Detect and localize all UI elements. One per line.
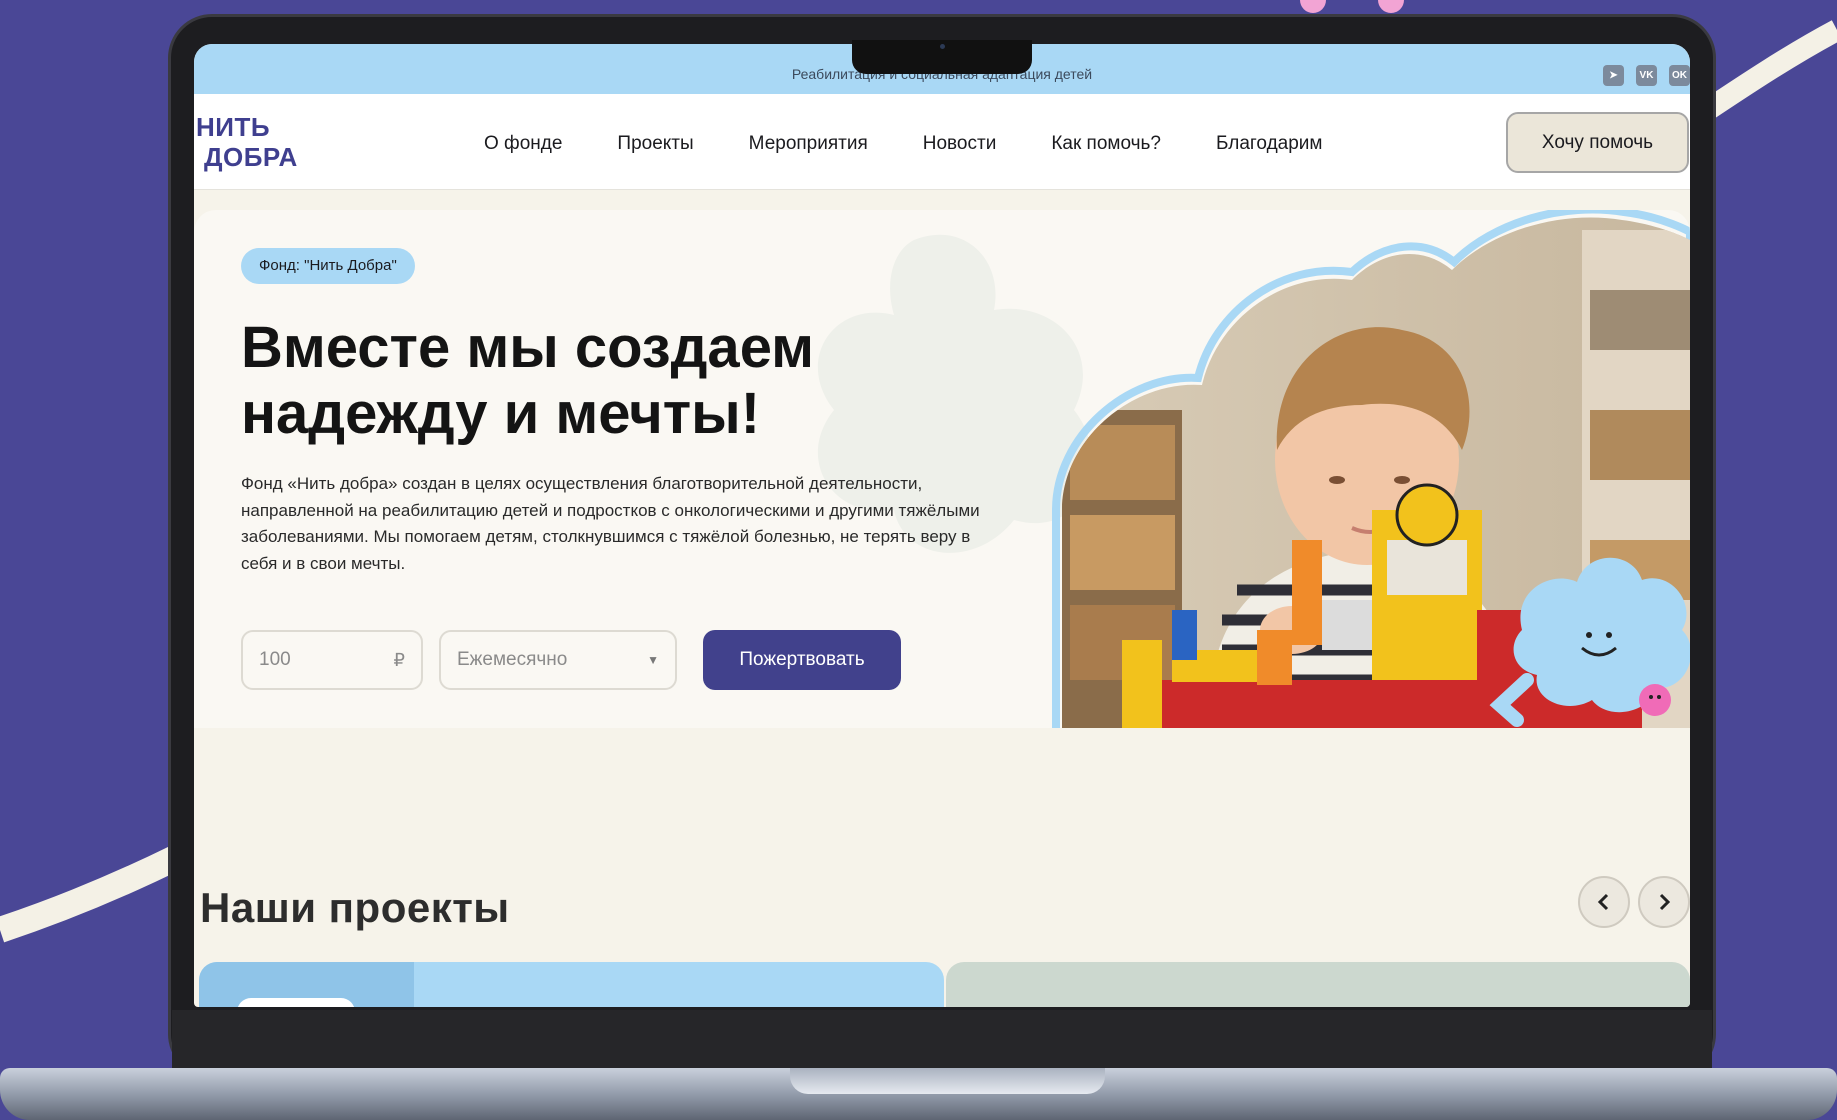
project-card[interactable] bbox=[199, 962, 944, 1007]
social-links: ➤ VK OK bbox=[1603, 65, 1690, 86]
laptop-base-notch bbox=[790, 1068, 1105, 1094]
chevron-left-icon bbox=[1597, 893, 1609, 911]
background-stripe-left bbox=[0, 846, 175, 943]
want-to-help-button[interactable]: Хочу помочь bbox=[1506, 112, 1689, 173]
projects-section-title: Наши проекты bbox=[200, 884, 510, 931]
amount-input[interactable] bbox=[259, 649, 359, 671]
logo-line-2: ДОБРА bbox=[204, 142, 298, 172]
hero-title: Вместе мы создаем надежду и мечты! bbox=[241, 315, 815, 446]
hero-description: Фонд «Нить добра» создан в целях осущест… bbox=[241, 474, 980, 573]
project-card[interactable] bbox=[946, 962, 1690, 1007]
ruble-icon: ₽ bbox=[393, 649, 405, 670]
foundation-badge: Фонд: "Нить Добра" bbox=[241, 248, 415, 284]
background-pink-dots bbox=[1300, 0, 1404, 13]
nav-news[interactable]: Новости bbox=[923, 133, 997, 155]
background-stripe-right bbox=[1700, 20, 1837, 125]
nav-how-to-help[interactable]: Как помочь? bbox=[1051, 133, 1161, 155]
website-screen: Реабилитация и социальная адаптация дете… bbox=[194, 44, 1690, 1007]
logo[interactable]: НИТЬ ДОБРА bbox=[196, 112, 298, 172]
hero-section: Фонд: "Нить Добра" Вместе мы создаем над… bbox=[194, 210, 1690, 728]
vk-icon[interactable]: VK bbox=[1636, 65, 1657, 86]
hero-photo-child-playing bbox=[1052, 210, 1690, 728]
project-card-tag bbox=[237, 998, 355, 1007]
nav-projects[interactable]: Проекты bbox=[617, 133, 693, 155]
donate-button[interactable]: Пожертвовать bbox=[703, 630, 901, 690]
telegram-icon[interactable]: ➤ bbox=[1603, 65, 1624, 86]
main-nav: О фонде Проекты Мероприятия Новости Как … bbox=[484, 133, 1377, 155]
site-header: НИТЬ ДОБРА О фонде Проекты Мероприятия Н… bbox=[194, 94, 1690, 190]
projects-next-button[interactable] bbox=[1638, 876, 1690, 928]
period-value: Ежемесячно bbox=[457, 649, 568, 670]
odnoklassniki-icon[interactable]: OK bbox=[1669, 65, 1690, 86]
nav-thanks[interactable]: Благодарим bbox=[1216, 133, 1322, 155]
donation-period-select[interactable]: Ежемесячно ▼ bbox=[439, 630, 677, 690]
laptop-bezel-bottom bbox=[172, 1010, 1712, 1070]
camera-icon bbox=[940, 44, 945, 49]
chevron-right-icon bbox=[1659, 893, 1671, 911]
projects-prev-button[interactable] bbox=[1578, 876, 1630, 928]
chevron-down-icon: ▼ bbox=[647, 653, 659, 667]
donation-amount-field[interactable]: ₽ bbox=[241, 630, 423, 690]
camera-notch bbox=[852, 40, 1032, 74]
logo-line-1: НИТЬ bbox=[196, 112, 271, 142]
nav-about[interactable]: О фонде bbox=[484, 133, 562, 155]
nav-events[interactable]: Мероприятия bbox=[749, 133, 868, 155]
